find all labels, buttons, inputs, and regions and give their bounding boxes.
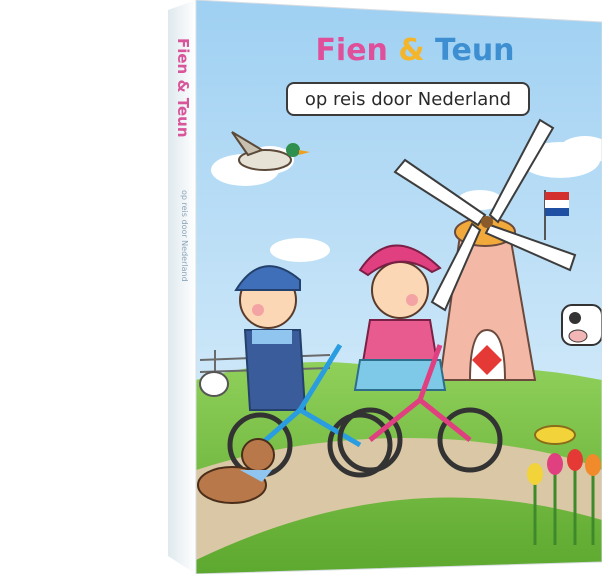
cover-title: Fien & Teun (300, 34, 530, 68)
cow (561, 304, 602, 346)
cover-subtitle: op reis door Nederland (286, 82, 530, 116)
book-cover-mockup: Fien & Teun op reis door Nederland Fien … (0, 0, 602, 575)
chicken (199, 371, 229, 397)
title-ampersand: & (398, 33, 425, 68)
cover-subtitle-text: op reis door Nederland (304, 88, 512, 110)
spine-title: Fien & Teun (174, 38, 192, 138)
spine-subtitle: op reis door Nederland (180, 190, 189, 282)
title-teun: Teun (435, 33, 515, 68)
clog-car (534, 425, 576, 445)
title-fien: Fien (315, 33, 388, 68)
